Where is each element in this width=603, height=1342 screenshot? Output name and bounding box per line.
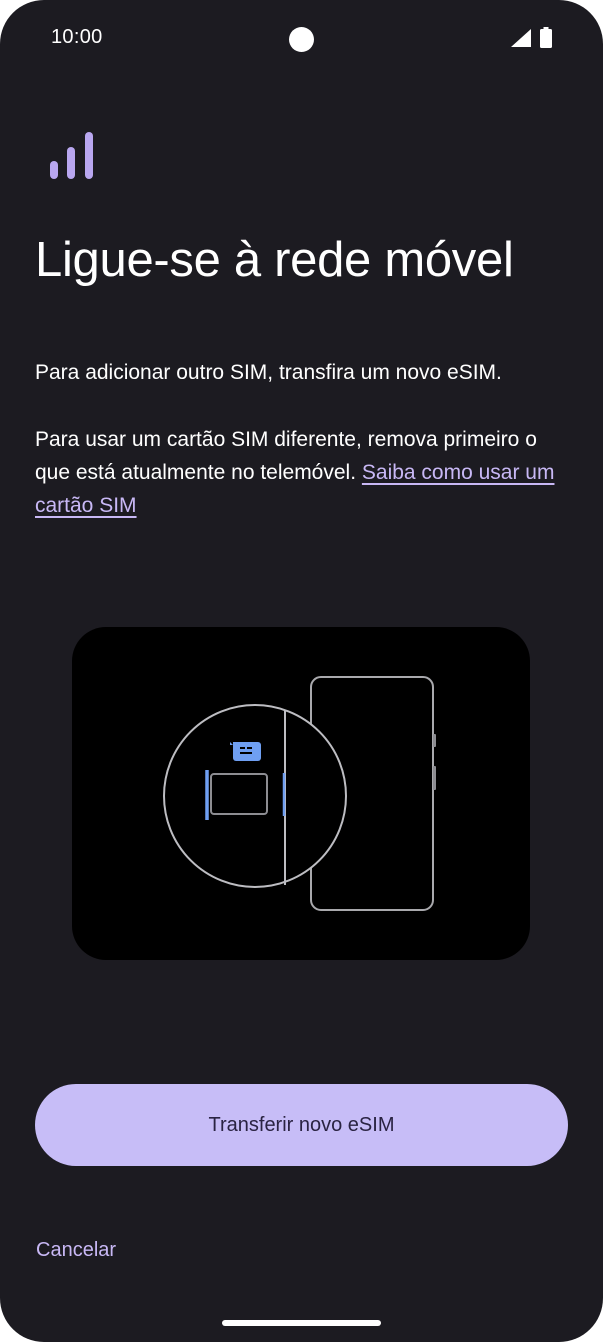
sim-tray-illustration-graphic: [163, 676, 436, 911]
cancel-button[interactable]: Cancelar: [36, 1239, 116, 1262]
camera-cutout: [289, 27, 314, 52]
sim-tray-illustration: [72, 627, 530, 960]
sim-card-instruction-text: Para usar um cartão SIM diferente, remov…: [35, 423, 575, 522]
magnifier-circle: [163, 704, 347, 888]
status-bar: 10:00: [0, 0, 603, 78]
page-title: Ligue-se à rede móvel: [35, 233, 514, 287]
phone-screen: 10:00 Ligue-se à rede móvel Para adicion…: [0, 0, 603, 1342]
transfer-esim-button[interactable]: Transferir novo eSIM: [35, 1084, 568, 1166]
sim-card-icon: [230, 742, 261, 761]
phone-side-button-top: [433, 734, 436, 747]
signal-icon: [511, 29, 531, 47]
signal-bars-icon: [50, 132, 93, 179]
esim-instruction-text: Para adicionar outro SIM, transfira um n…: [35, 361, 502, 384]
battery-icon: [540, 27, 552, 48]
phone-side-button-bottom: [433, 766, 436, 790]
status-time: 10:00: [51, 26, 103, 48]
home-indicator[interactable]: [222, 1320, 381, 1326]
